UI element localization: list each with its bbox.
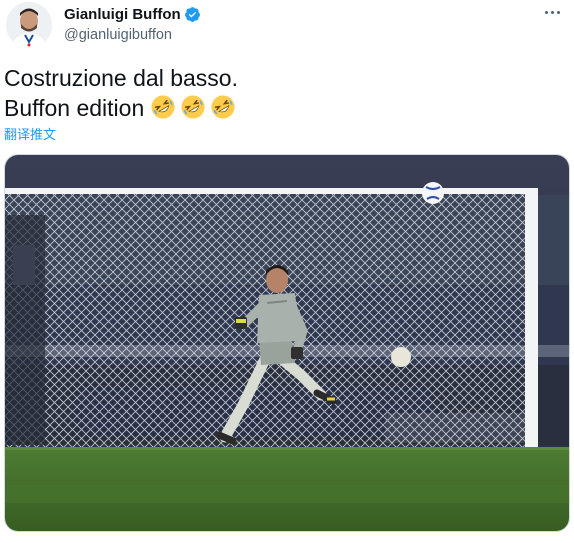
tweet-text: Costruzione dal basso. Buffon edition (4, 63, 240, 123)
tweet-card: Gianluigi Buffon @gianluigibuffon Costru… (0, 0, 574, 543)
display-name-row: Gianluigi Buffon (64, 5, 201, 23)
rolling-on-floor-laughing-emoji-icon (211, 95, 235, 119)
tweet-photo[interactable] (4, 154, 570, 532)
translate-tweet-link[interactable]: 翻译推文 (4, 124, 56, 143)
tweet-text-line-2-text: Buffon edition (4, 95, 145, 121)
tweet-text-line-2: Buffon edition (4, 93, 240, 123)
verified-badge-icon (184, 6, 200, 22)
photo-goalkeeper-kicking (5, 155, 569, 531)
dot (556, 10, 560, 14)
user-names: Gianluigi Buffon @gianluigibuffon (64, 5, 201, 43)
user-handle[interactable]: @gianluigibuffon (64, 27, 201, 43)
avatar[interactable] (6, 2, 52, 48)
more-options-icon[interactable] (540, 2, 564, 22)
rolling-on-floor-laughing-emoji-icon (151, 95, 175, 119)
dot (544, 10, 548, 14)
rolling-on-floor-laughing-emoji-icon (181, 95, 205, 119)
display-name[interactable]: Gianluigi Buffon (64, 6, 181, 23)
avatar-image (6, 2, 52, 48)
dot (550, 10, 554, 14)
tweet-header: Gianluigi Buffon @gianluigibuffon (4, 0, 570, 56)
emoji-row (150, 94, 240, 120)
tweet-text-line-1: Costruzione dal basso. (4, 65, 238, 91)
